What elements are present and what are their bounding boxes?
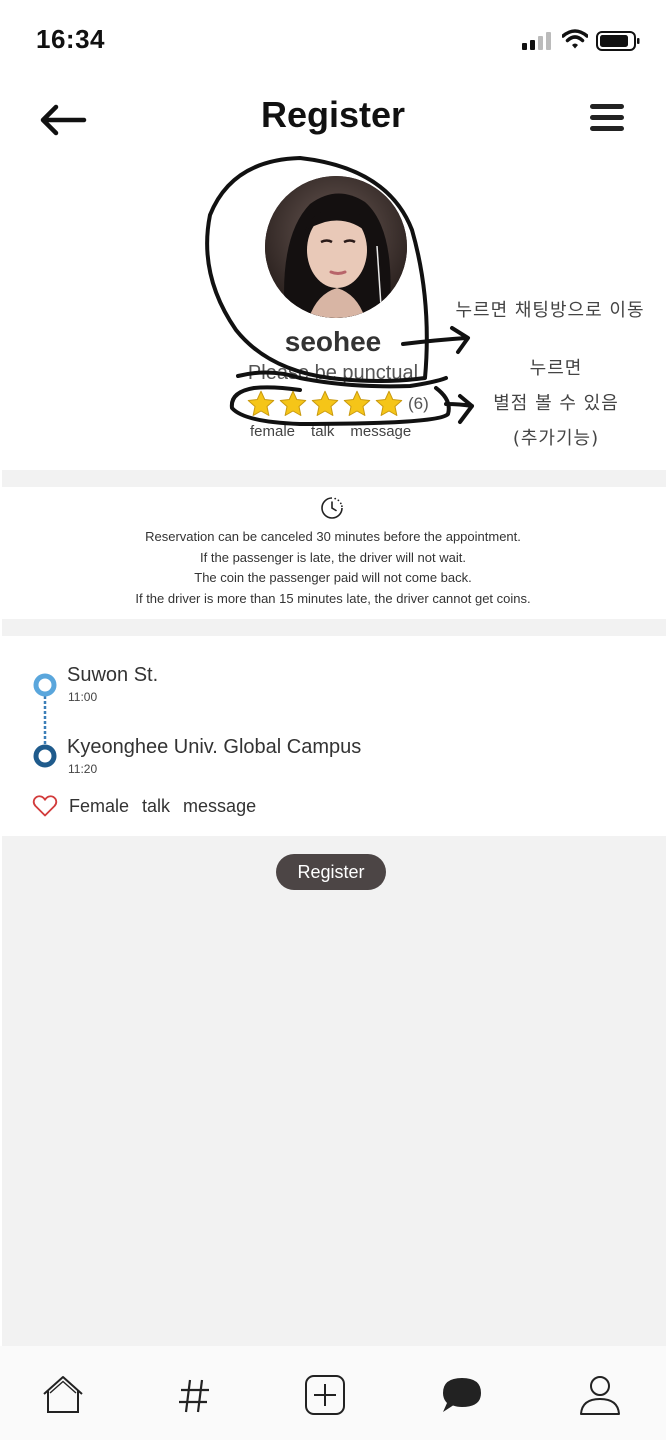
annotation-rating-note: 누르면 [529,358,583,379]
profile-bio: Please be punctual [247,362,419,384]
cancellation-policy: Reservation can be canceled 30 minutes b… [0,487,666,619]
annotation-rating-note: (추가기능) [512,428,600,449]
annotation-chat-note: 누르면 채팅방으로 이동 [455,300,645,321]
policy-line: If the passenger is late, the driver wil… [200,549,466,565]
star-icon [279,390,307,416]
status-time: 16:34 [36,24,105,54]
departure-time: 11:00 [68,690,98,704]
route-tag: talk [142,796,171,816]
star-icon [343,390,371,416]
profile-tag: female [250,423,296,440]
avatar[interactable] [265,176,407,318]
plus-square-icon[interactable] [303,1374,347,1416]
route-tag: Female [69,796,130,816]
policy-line: Reservation can be canceled 30 minutes b… [145,529,521,544]
policy-line: If the driver is more than 15 minutes la… [135,590,531,606]
page-title: Register [260,94,406,135]
arrival-time: 11:20 [68,762,98,776]
route-tags: Female talk message [69,796,256,817]
policy-line: The coin the passenger paid will not com… [194,570,472,585]
heart-icon[interactable] [32,794,58,818]
annotation-rating-note: 별점 볼 수 있음 [493,393,619,414]
policy-text: Reservation can be canceled 30 minutes b… [0,527,666,609]
clock-icon [321,497,343,519]
arrival-stop: Kyeonghee Univ. Global Campus [67,736,362,758]
chat-bubble-icon[interactable] [440,1374,484,1416]
bottom-tab-bar [0,1346,666,1440]
profile-tag: talk [311,423,335,440]
rating-count: (6) [408,394,429,413]
section-divider [2,619,666,636]
status-bar: 16:34 [0,0,666,80]
hamburger-menu-icon[interactable] [588,102,626,134]
user-icon[interactable] [578,1374,622,1416]
route-tag: message [183,796,257,816]
register-button[interactable]: Register [276,854,386,890]
wifi-icon [562,29,588,49]
hashtag-icon[interactable] [172,1374,216,1416]
section-divider [2,470,666,487]
star-icon [247,390,275,416]
home-icon[interactable] [41,1374,85,1416]
star-icon [375,390,403,416]
star-icon [311,390,339,416]
content-background [2,836,666,1346]
star-list [246,389,404,419]
profile-tags: female talk message [250,423,411,440]
profile-tag: message [350,423,412,440]
cellular-signal-icon [522,32,552,50]
battery-icon [596,31,640,51]
route-timeline-icon [33,673,57,768]
departure-stop: Suwon St. [67,664,159,686]
rating-stars[interactable]: (6) [246,388,429,420]
avatar-photo [265,176,407,318]
route-details: Suwon St. 11:00 Kyeonghee Univ. Global C… [0,636,666,836]
header: Register [0,80,666,160]
profile-name: seohee [284,326,382,357]
